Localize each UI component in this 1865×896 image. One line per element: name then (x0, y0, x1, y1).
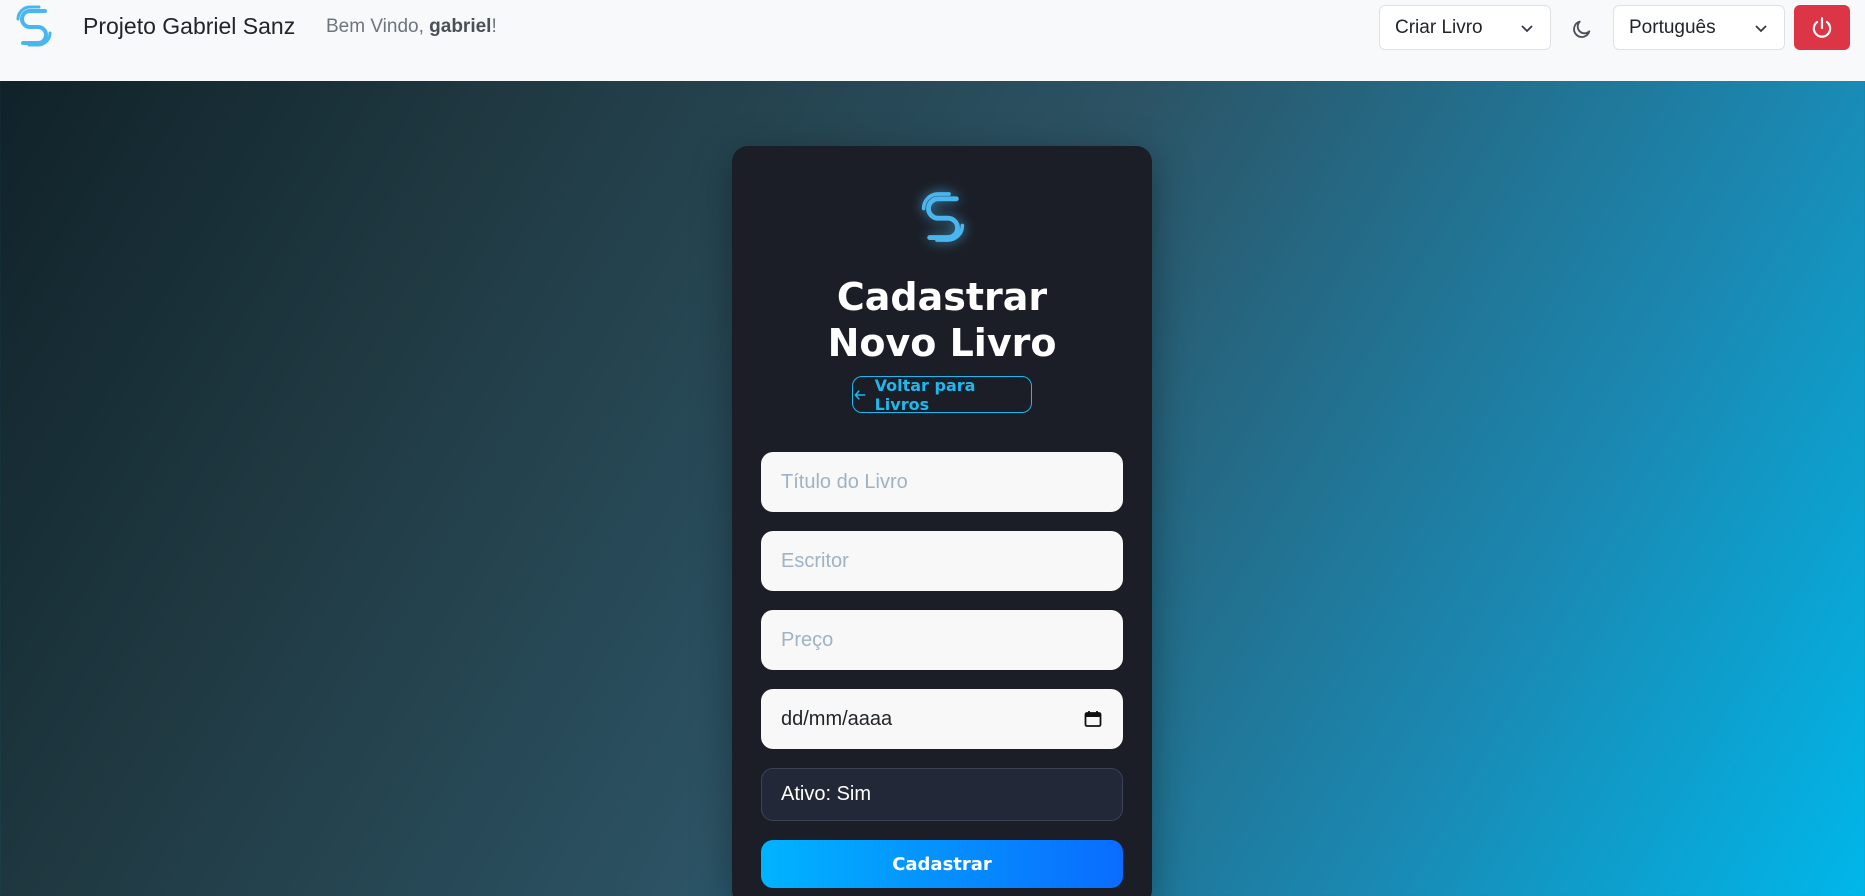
welcome-suffix: ! (491, 16, 497, 37)
book-title-input[interactable] (761, 452, 1123, 512)
back-to-books-button[interactable]: Voltar para Livros (852, 375, 1032, 414)
submit-button[interactable]: Cadastrar (761, 840, 1123, 888)
welcome-message: Bem Vindo, gabriel! (326, 16, 497, 38)
create-select-value: Criar Livro (1395, 16, 1483, 38)
welcome-username: gabriel (429, 16, 492, 37)
active-select-value: Ativo: Sim (781, 783, 872, 805)
welcome-prefix: Bem Vindo, (326, 16, 430, 37)
writer-input[interactable] (761, 531, 1123, 591)
back-to-books-label: Voltar para Livros (874, 375, 976, 414)
s-logo-icon (918, 188, 968, 246)
create-select[interactable]: Criar Livro (1379, 5, 1551, 50)
chevron-down-icon (1521, 24, 1533, 32)
chevron-down-icon (1755, 24, 1767, 32)
moon-icon[interactable] (1570, 17, 1594, 41)
top-navbar: Projeto Gabriel Sanz Bem Vindo, gabriel!… (0, 0, 1865, 81)
brand-logo-icon[interactable] (14, 2, 54, 50)
language-select[interactable]: Português (1613, 5, 1785, 50)
brand-name[interactable]: Projeto Gabriel Sanz (83, 13, 295, 40)
language-select-value: Português (1629, 16, 1716, 38)
date-input-value: dd/mm/aaaa (781, 707, 893, 730)
page-title: Cadastrar Novo Livro (827, 275, 1057, 365)
power-icon (1812, 16, 1832, 38)
book-form-card: Cadastrar Novo Livro Voltar para Livros … (732, 146, 1152, 896)
active-select[interactable]: Ativo: Sim (761, 768, 1123, 821)
calendar-icon[interactable] (1083, 709, 1103, 729)
arrow-left-icon (854, 389, 866, 400)
price-input[interactable] (761, 610, 1123, 670)
logout-button[interactable] (1794, 5, 1850, 50)
date-input[interactable]: dd/mm/aaaa (761, 689, 1123, 749)
